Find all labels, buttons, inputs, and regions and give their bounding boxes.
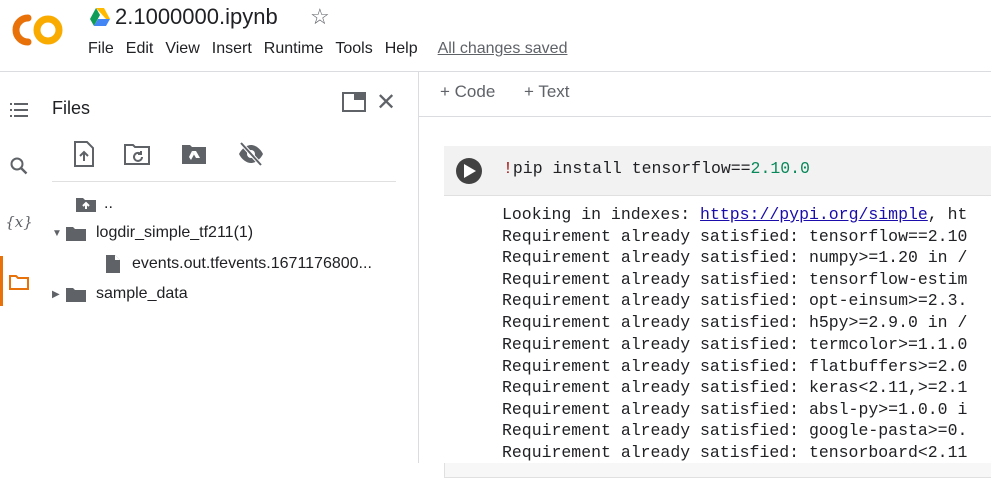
close-icon[interactable]: ✕ (376, 88, 396, 117)
file-icon (106, 255, 120, 273)
add-code-button[interactable]: + Code (440, 82, 495, 102)
chevron-down-icon[interactable]: ▼ (52, 228, 66, 239)
output-line: Looking in indexes: https://pypi.org/sim… (502, 205, 967, 224)
output-line: Requirement already satisfied: flatbuffe… (502, 357, 968, 376)
menu-file[interactable]: File (82, 40, 120, 62)
output-line: Requirement already satisfied: termcolor… (502, 335, 968, 354)
panel-divider[interactable] (418, 72, 419, 463)
upload-file-icon[interactable] (70, 140, 98, 168)
star-icon[interactable]: ☆ (310, 4, 330, 30)
output-line: Requirement already satisfied: keras<2.1… (502, 378, 968, 397)
toolbar-divider (419, 116, 991, 117)
chevron-right-icon[interactable]: ▶ (52, 289, 66, 300)
tree-item-parent[interactable]: .. (76, 193, 113, 215)
output-line: Requirement already satisfied: tensorboa… (502, 443, 968, 462)
menu-insert[interactable]: Insert (206, 40, 258, 62)
pypi-link[interactable]: https://pypi.org/simple (700, 205, 928, 224)
menu-help[interactable]: Help (379, 40, 424, 62)
hide-files-icon[interactable] (237, 140, 265, 168)
files-panel-title: Files (52, 98, 91, 118)
menu-edit[interactable]: Edit (120, 40, 160, 62)
google-drive-icon (90, 8, 110, 26)
refresh-folder-icon[interactable] (123, 140, 151, 168)
output-line: Requirement already satisfied: h5py>=2.9… (502, 313, 968, 332)
search-icon[interactable] (0, 150, 38, 182)
table-of-contents-icon[interactable] (0, 94, 38, 126)
tree-item-events-file[interactable]: events.out.tfevents.1671176800... (106, 253, 372, 275)
output-line: Requirement already satisfied: numpy>=1.… (502, 248, 968, 267)
output-line: Requirement already satisfied: tensorflo… (502, 227, 968, 246)
variables-icon[interactable]: {x} (0, 206, 38, 238)
tree-item-label: .. (104, 195, 113, 212)
notebook-toolbar (419, 72, 991, 116)
output-line: Requirement already satisfied: google-pa… (502, 421, 968, 440)
tree-item-label: events.out.tfevents.1671176800... (132, 255, 372, 272)
output-line: Requirement already satisfied: tensorflo… (502, 270, 968, 289)
code-command: pip install tensorflow== (512, 159, 751, 178)
save-status[interactable]: All changes saved (432, 40, 574, 62)
run-cell-button[interactable] (456, 158, 482, 184)
menu-tools[interactable]: Tools (329, 40, 378, 62)
open-in-tab-icon[interactable] (342, 92, 366, 112)
menu-bar: File Edit View Insert Runtime Tools Help… (82, 40, 573, 62)
code-version: 2.10.0 (750, 159, 810, 178)
output-line: Requirement already satisfied: absl-py>=… (502, 400, 968, 419)
tree-item-sample-data[interactable]: ▶ sample_data (52, 283, 188, 305)
rail-active-indicator (0, 256, 3, 306)
menu-view[interactable]: View (159, 40, 205, 62)
menu-runtime[interactable]: Runtime (258, 40, 330, 62)
files-toolbar-divider (52, 181, 396, 182)
tree-item-logdir[interactable]: ▼ logdir_simple_tf211(1) (52, 222, 253, 244)
add-text-button[interactable]: + Text (524, 82, 570, 102)
tree-item-label: sample_data (96, 285, 188, 302)
mount-drive-icon[interactable] (180, 140, 208, 168)
play-icon (464, 164, 476, 178)
colab-logo[interactable] (10, 10, 66, 50)
tree-item-label: logdir_simple_tf211(1) (96, 224, 254, 241)
folder-icon (66, 288, 86, 302)
parent-folder-icon (76, 198, 96, 212)
code-editor[interactable]: !pip install tensorflow==2.10.0 (503, 159, 810, 178)
output-text: Looking in indexes: (502, 205, 701, 224)
folder-icon[interactable] (0, 266, 38, 298)
output-text: , ht (927, 205, 968, 224)
output-line: Requirement already satisfied: opt-einsu… (502, 291, 968, 310)
notebook-title[interactable]: 2.1000000.ipynb (115, 4, 278, 30)
folder-icon (66, 227, 86, 241)
code-bang: ! (503, 159, 513, 178)
left-rail: {x} (0, 72, 38, 463)
